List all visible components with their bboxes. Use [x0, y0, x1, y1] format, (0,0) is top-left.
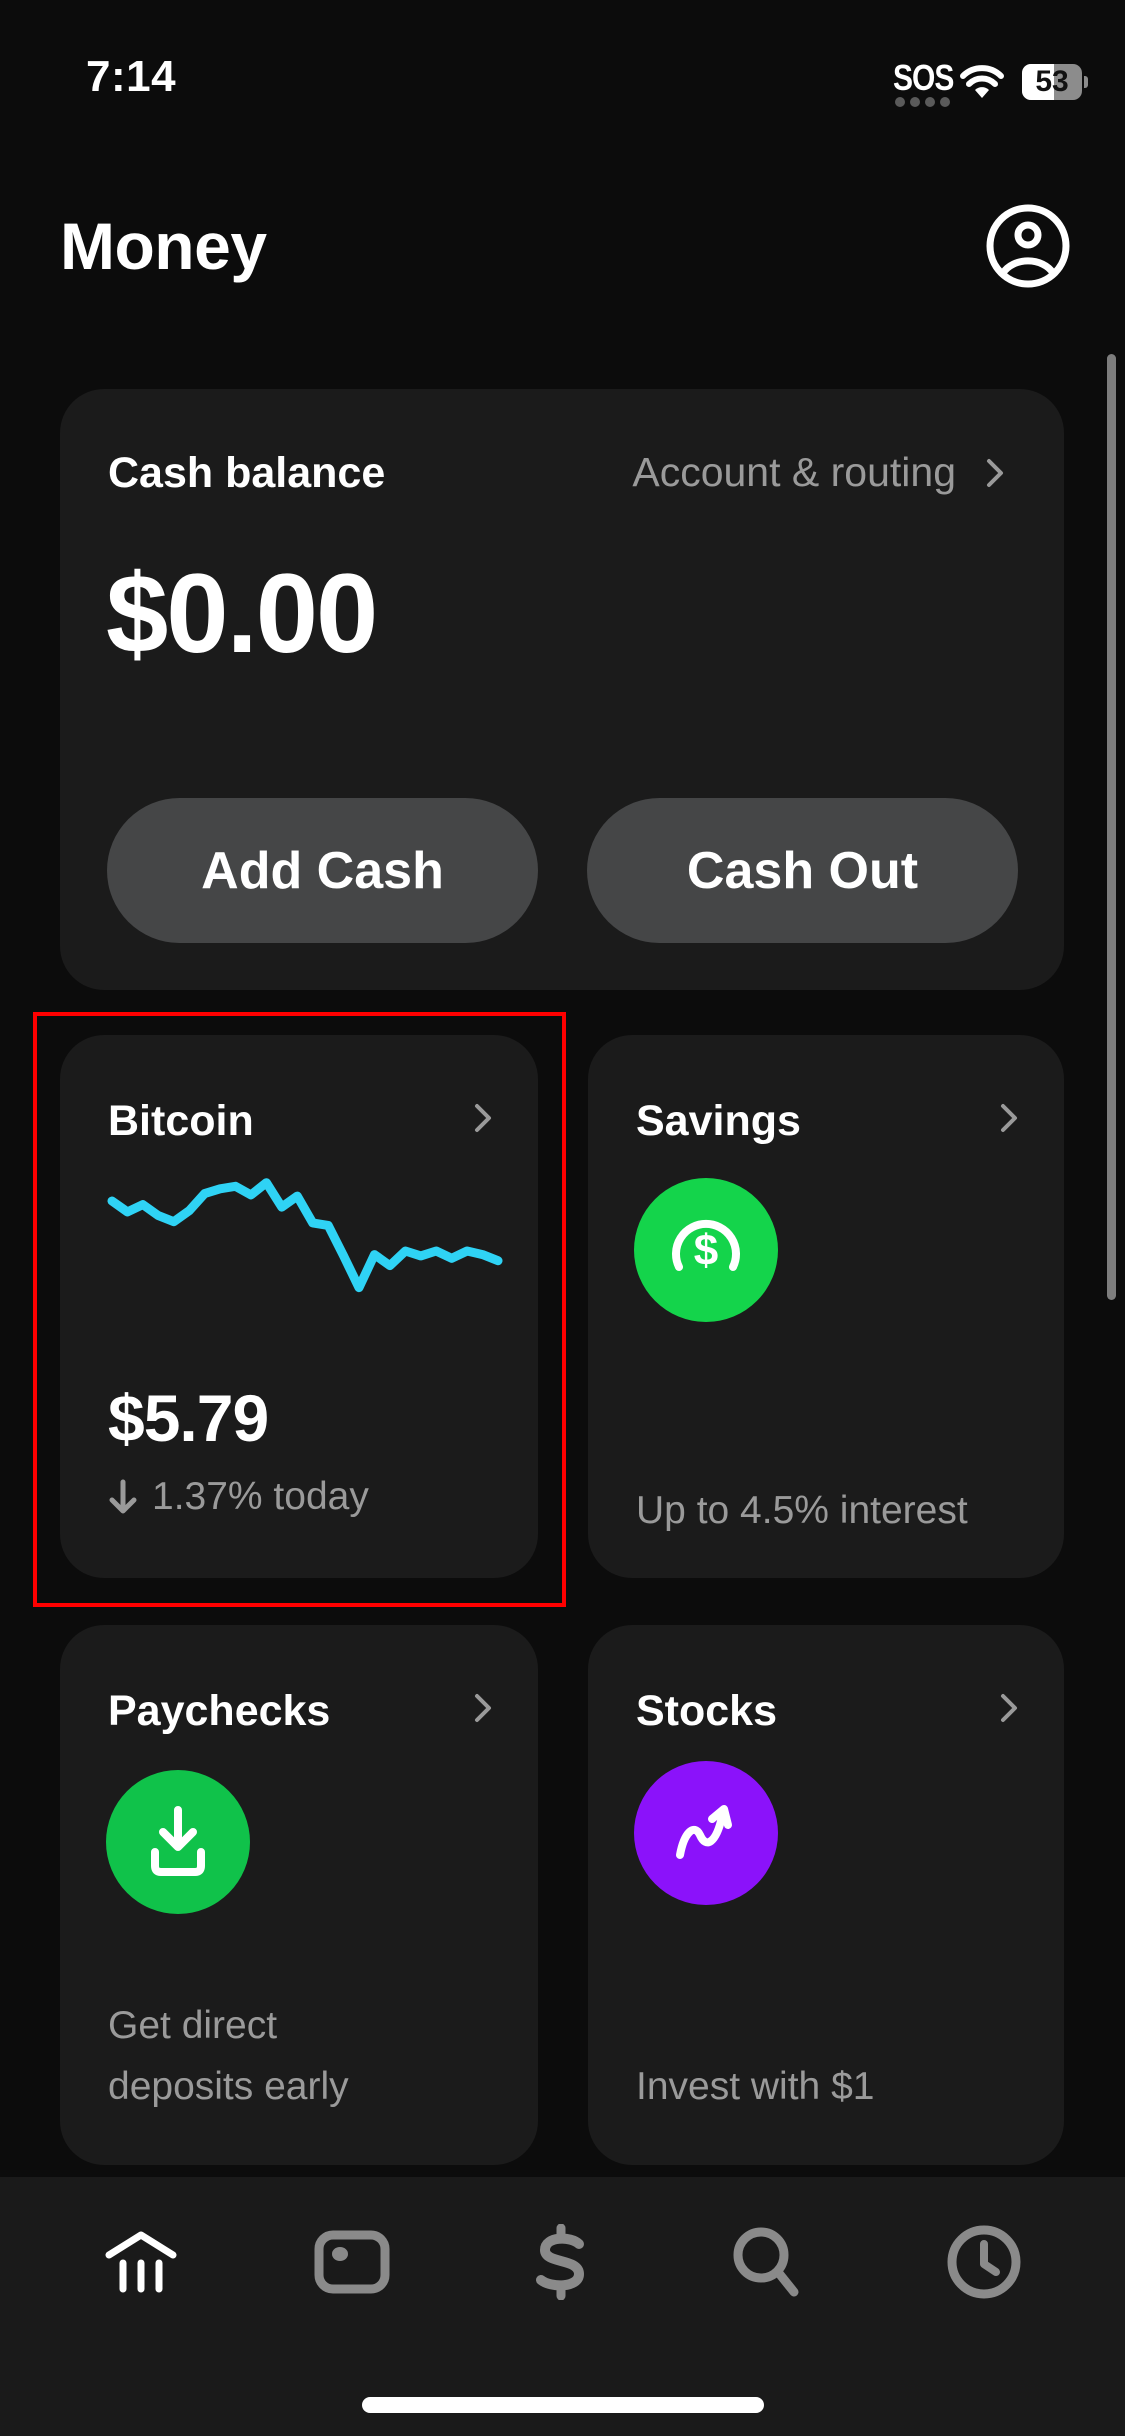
- tab-home[interactable]: [86, 2207, 196, 2317]
- cash-out-button[interactable]: Cash Out: [587, 798, 1018, 943]
- clock-icon: [947, 2225, 1021, 2299]
- add-cash-button[interactable]: Add Cash: [107, 798, 538, 943]
- highlight-box: [33, 1012, 566, 1607]
- paychecks-subtitle: Get direct deposits early: [108, 1995, 349, 2117]
- tab-pay[interactable]: [506, 2207, 616, 2317]
- paychecks-subtitle-line2: deposits early: [108, 2065, 349, 2108]
- paychecks-subtitle-line1: Get direct: [108, 2004, 278, 2047]
- dollar-icon: [536, 2224, 585, 2300]
- profile-icon[interactable]: [985, 203, 1071, 289]
- paychecks-title: Paychecks: [108, 1687, 331, 1735]
- account-routing-label: Account & routing: [632, 449, 956, 495]
- tab-card[interactable]: [297, 2207, 407, 2317]
- battery-icon: 53: [1022, 64, 1082, 100]
- status-time: 7:14: [86, 52, 177, 101]
- savings-subtitle: Up to 4.5% interest: [636, 1489, 968, 1532]
- tab-search[interactable]: [713, 2207, 823, 2317]
- stocks-tile[interactable]: Stocks Invest with $1: [588, 1625, 1064, 2165]
- svg-text:$: $: [694, 1226, 718, 1275]
- trend-up-icon: [634, 1761, 778, 1905]
- search-icon: [733, 2227, 799, 2297]
- chevron-right-icon: [1001, 1104, 1017, 1132]
- page-title: Money: [60, 209, 267, 283]
- dollar-circle-icon: $: [634, 1178, 778, 1322]
- chevron-right-icon: [1001, 1694, 1017, 1722]
- battery-tip: [1084, 76, 1088, 88]
- card-icon: [314, 2230, 390, 2294]
- stocks-title: Stocks: [636, 1687, 778, 1735]
- signal-dots-icon: [895, 97, 950, 107]
- tab-activity[interactable]: [929, 2207, 1039, 2317]
- paychecks-tile[interactable]: Paychecks Get direct deposits early: [60, 1625, 538, 2165]
- account-routing-link[interactable]: Account & routing: [632, 449, 1004, 496]
- carrier-status: SOS: [893, 58, 954, 99]
- cash-balance-label: Cash balance: [108, 449, 386, 497]
- chevron-right-icon: [475, 1694, 491, 1722]
- bank-icon: [105, 2231, 177, 2293]
- download-icon: [106, 1770, 250, 1914]
- chevron-right-icon: [987, 458, 1003, 487]
- cash-balance-amount: $0.00: [106, 551, 378, 676]
- scrollbar[interactable]: [1107, 354, 1116, 1300]
- stocks-subtitle: Invest with $1: [636, 2065, 875, 2108]
- battery-percent: 53: [1035, 65, 1069, 98]
- savings-tile[interactable]: Savings $ Up to 4.5% interest: [588, 1035, 1064, 1578]
- savings-title: Savings: [636, 1097, 801, 1145]
- cash-balance-card[interactable]: Cash balance Account & routing $0.00 Add…: [60, 389, 1064, 990]
- home-indicator[interactable]: [362, 2397, 764, 2413]
- wifi-icon: [960, 65, 1004, 98]
